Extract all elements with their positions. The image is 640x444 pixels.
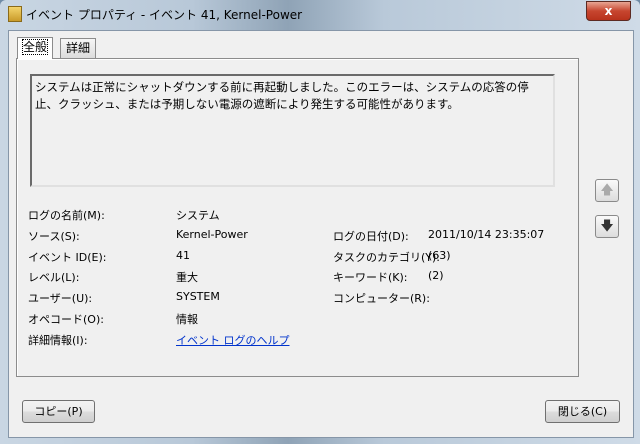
user-value: SYSTEM xyxy=(176,290,220,303)
event-properties-window: イベント プロパティ - イベント 41, Kernel-Power x 全般 … xyxy=(0,0,640,444)
keywords-value: (2) xyxy=(428,269,444,282)
event-description[interactable]: システムは正常にシャットダウンする前に再起動しました。このエラーは、システムの応… xyxy=(30,74,555,187)
next-event-button[interactable]: 🡇 xyxy=(595,215,619,238)
computer-label: コンピューター(R): xyxy=(333,292,430,305)
opcode-label: オペコード(O): xyxy=(28,313,104,326)
logged-value: 2011/10/14 23:35:07 xyxy=(428,228,545,241)
task-category-value: (63) xyxy=(428,249,451,262)
previous-event-button[interactable]: 🡅 xyxy=(595,179,619,202)
arrow-up-icon: 🡅 xyxy=(600,183,614,198)
source-value: Kernel-Power xyxy=(176,228,248,241)
event-log-help-link[interactable]: イベント ログのヘルプ xyxy=(176,332,290,348)
opcode-value: 情報 xyxy=(176,313,198,326)
log-name-value: システム xyxy=(176,209,220,222)
arrow-down-icon: 🡇 xyxy=(600,219,614,234)
log-name-label: ログの名前(M): xyxy=(28,209,105,222)
tab-details[interactable]: 詳細 xyxy=(60,38,97,58)
event-viewer-icon xyxy=(8,6,22,22)
task-category-label: タスクのカテゴリ(Y): xyxy=(333,251,441,264)
close-window-button[interactable]: x xyxy=(586,1,631,21)
event-id-value: 41 xyxy=(176,249,190,262)
more-info-label: 詳細情報(I): xyxy=(28,334,88,347)
tab-general-label: 全般 xyxy=(21,39,49,55)
tab-general[interactable]: 全般 xyxy=(17,37,54,59)
source-label: ソース(S): xyxy=(28,230,80,243)
level-value: 重大 xyxy=(176,271,198,284)
logged-label: ログの日付(D): xyxy=(333,230,409,243)
keywords-label: キーワード(K): xyxy=(333,271,408,284)
window-title: イベント プロパティ - イベント 41, Kernel-Power xyxy=(26,8,303,22)
copy-button[interactable]: コピー(P) xyxy=(22,400,95,423)
event-id-label: イベント ID(E): xyxy=(28,251,107,264)
level-label: レベル(L): xyxy=(28,271,80,284)
user-label: ユーザー(U): xyxy=(28,292,93,305)
close-button[interactable]: 閉じる(C) xyxy=(545,400,620,423)
